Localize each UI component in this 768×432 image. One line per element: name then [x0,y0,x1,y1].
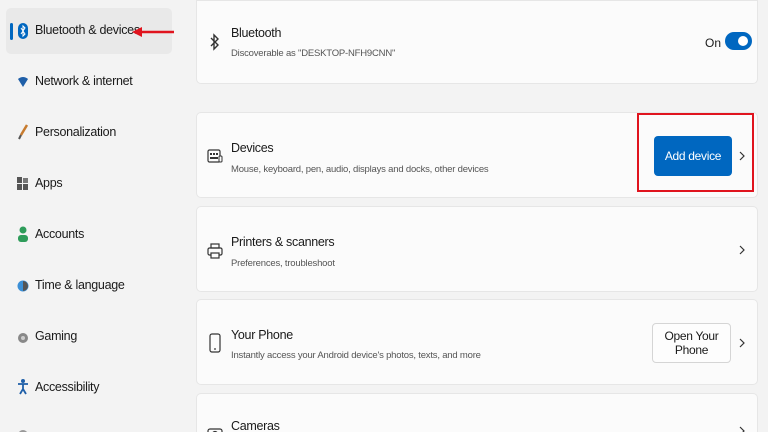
your-phone-description: Instantly access your Android device's p… [231,350,481,361]
sidebar-item-time-language[interactable]: Time & language [6,263,172,309]
phone-icon [205,332,225,354]
sidebar-item-label: Apps [35,176,63,190]
toggle-knob [738,36,748,46]
cameras-title: Cameras [231,419,280,432]
wifi-icon [16,73,30,91]
chevron-right-icon[interactable] [737,243,747,257]
sidebar: Bluetooth & devices Network & internet P… [0,0,186,432]
sidebar-item-apps[interactable]: Apps [6,161,172,207]
sidebar-item-label: Personalization [35,125,116,139]
active-indicator [10,23,13,40]
devices-description: Mouse, keyboard, pen, audio, displays an… [231,164,489,175]
printers-card[interactable]: Printers & scanners Preferences, trouble… [196,206,758,292]
bluetooth-toggle[interactable] [725,32,752,50]
open-your-phone-button[interactable]: Open Your Phone [652,323,731,363]
annotation-arrow [132,27,174,37]
sidebar-item-label: Network & internet [35,74,133,88]
bluetooth-description: Discoverable as "DESKTOP-NFH9CNN" [231,48,396,59]
bluetooth-icon [205,31,225,53]
sidebar-item-label: Bluetooth & devices [35,23,140,37]
sidebar-item-label: Time & language [35,278,125,292]
shield-icon [16,426,30,432]
apps-icon [16,175,30,193]
bluetooth-title: Bluetooth [231,26,282,40]
camera-icon [205,422,225,432]
cameras-card[interactable]: Cameras [196,393,758,432]
chevron-right-icon[interactable] [737,336,747,350]
person-icon [16,225,30,243]
gamepad-icon [16,329,30,347]
sidebar-item-label: Gaming [35,329,77,343]
your-phone-title: Your Phone [231,328,293,342]
bluetooth-icon [16,22,30,40]
printers-title: Printers & scanners [231,235,335,249]
your-phone-card[interactable]: Your Phone Instantly access your Android… [196,299,758,385]
bluetooth-card: Bluetooth Discoverable as "DESKTOP-NFH9C… [196,0,758,84]
sidebar-item-network-internet[interactable]: Network & internet [6,59,172,105]
accessibility-icon [16,378,30,396]
globe-clock-icon [16,277,30,295]
sidebar-item-accessibility[interactable]: Accessibility [6,365,172,411]
chevron-right-icon[interactable] [737,424,747,432]
printer-icon [205,240,225,262]
annotation-highlight-box [637,113,754,192]
sidebar-item-partial[interactable] [6,416,172,432]
devices-icon [205,145,225,167]
bluetooth-toggle-state: On [705,36,722,50]
brush-icon [16,123,30,141]
sidebar-item-label: Accounts [35,227,85,241]
sidebar-item-accounts[interactable]: Accounts [6,212,172,258]
sidebar-item-personalization[interactable]: Personalization [6,110,172,156]
devices-title: Devices [231,141,274,155]
sidebar-item-label: Accessibility [35,380,100,394]
sidebar-item-gaming[interactable]: Gaming [6,314,172,360]
printers-description: Preferences, troubleshoot [231,258,335,269]
